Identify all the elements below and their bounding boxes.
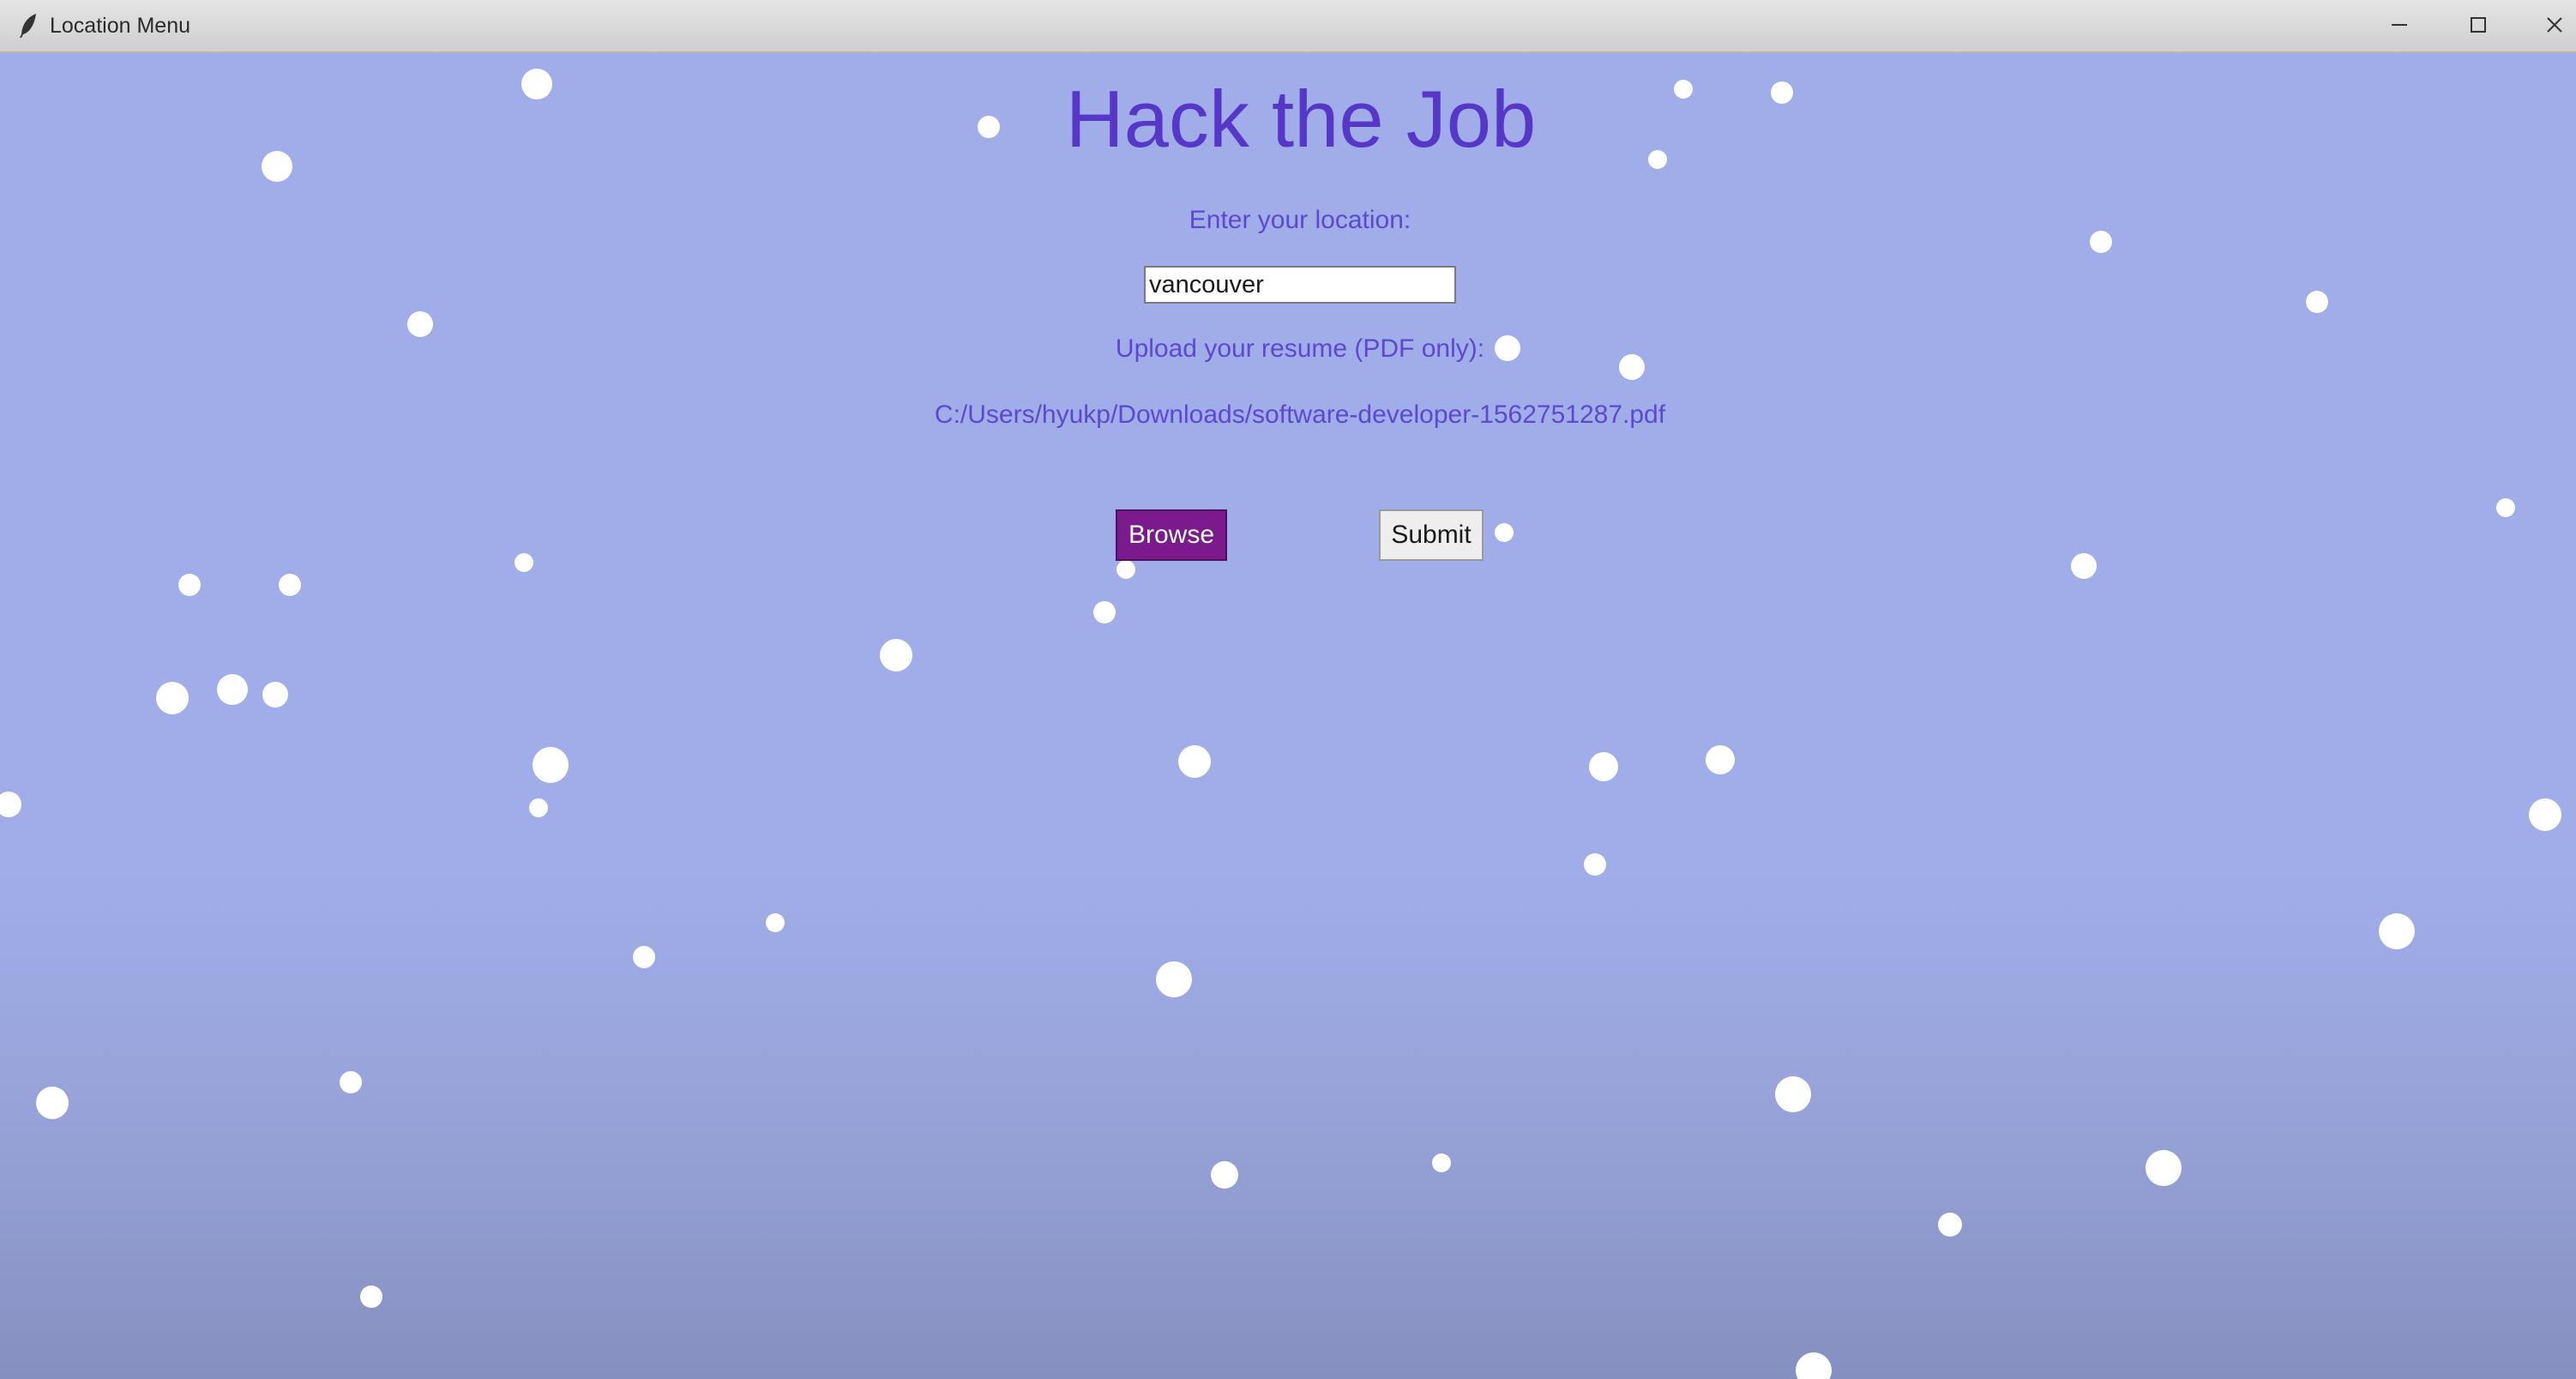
snowflake (2496, 498, 2515, 517)
snowflake (633, 946, 655, 968)
snowflake (1589, 752, 1618, 781)
submit-button[interactable]: Submit (1379, 509, 1484, 561)
snowflake (217, 674, 248, 705)
app-window: Location Menu Hack the Job Enter your lo… (0, 0, 2576, 1379)
snowflake (1775, 1076, 1811, 1112)
snowflake (360, 1286, 382, 1308)
snowfall-layer (0, 53, 2576, 1379)
title-bar[interactable]: Location Menu (0, 0, 2576, 53)
location-label: Enter your location: (1189, 206, 1411, 234)
feather-icon (17, 12, 39, 39)
snowflake (2071, 553, 2097, 579)
snowflake (2379, 913, 2415, 949)
snowflake (533, 747, 569, 783)
snowflake (1495, 523, 1514, 542)
snowflake (1938, 1213, 1962, 1237)
snowflake (2090, 231, 2112, 253)
snowflake (1178, 745, 1211, 778)
snowflake (0, 792, 21, 817)
snowflake (1211, 1161, 1238, 1189)
snowflake (1156, 961, 1192, 997)
location-input[interactable] (1144, 266, 1456, 304)
selected-file-path: C:/Users/hyukp/Downloads/software-develo… (934, 400, 1666, 429)
snowflake (515, 553, 533, 572)
snowflake (1093, 601, 1116, 623)
snowflake (2306, 291, 2328, 313)
maximize-icon (2468, 15, 2489, 39)
minimize-icon (2389, 15, 2410, 39)
minimize-button[interactable] (2369, 5, 2429, 48)
snowflake (1584, 853, 1606, 876)
snowflake (156, 682, 189, 714)
snow-canvas: Hack the Job Enter your location: Upload… (0, 53, 2576, 1379)
close-button[interactable] (2525, 5, 2576, 48)
snowflake (1796, 1352, 1832, 1379)
window-title: Location Menu (50, 14, 191, 38)
snowflake (1432, 1153, 1451, 1172)
snowflake (880, 639, 912, 671)
snowflake (36, 1087, 69, 1119)
snowflake (1116, 560, 1135, 579)
close-icon (2544, 15, 2565, 39)
snowflake (529, 798, 548, 817)
snowflake (262, 682, 288, 708)
upload-resume-label: Upload your resume (PDF only): (1115, 334, 1485, 363)
snowflake (1771, 81, 1793, 104)
snowflake (178, 574, 201, 596)
snowflake (766, 913, 785, 932)
snowflake (1706, 745, 1735, 774)
page-title: Hack the Job (1065, 74, 1537, 164)
snowflake (2146, 1150, 2182, 1186)
snowflake (407, 311, 433, 337)
snowflake (262, 151, 292, 182)
snowflake (279, 574, 301, 596)
browse-button[interactable]: Browse (1116, 509, 1227, 561)
snowflake (2529, 798, 2561, 831)
snowflake (521, 69, 552, 99)
maximize-button[interactable] (2448, 5, 2508, 48)
snowflake (340, 1071, 362, 1093)
